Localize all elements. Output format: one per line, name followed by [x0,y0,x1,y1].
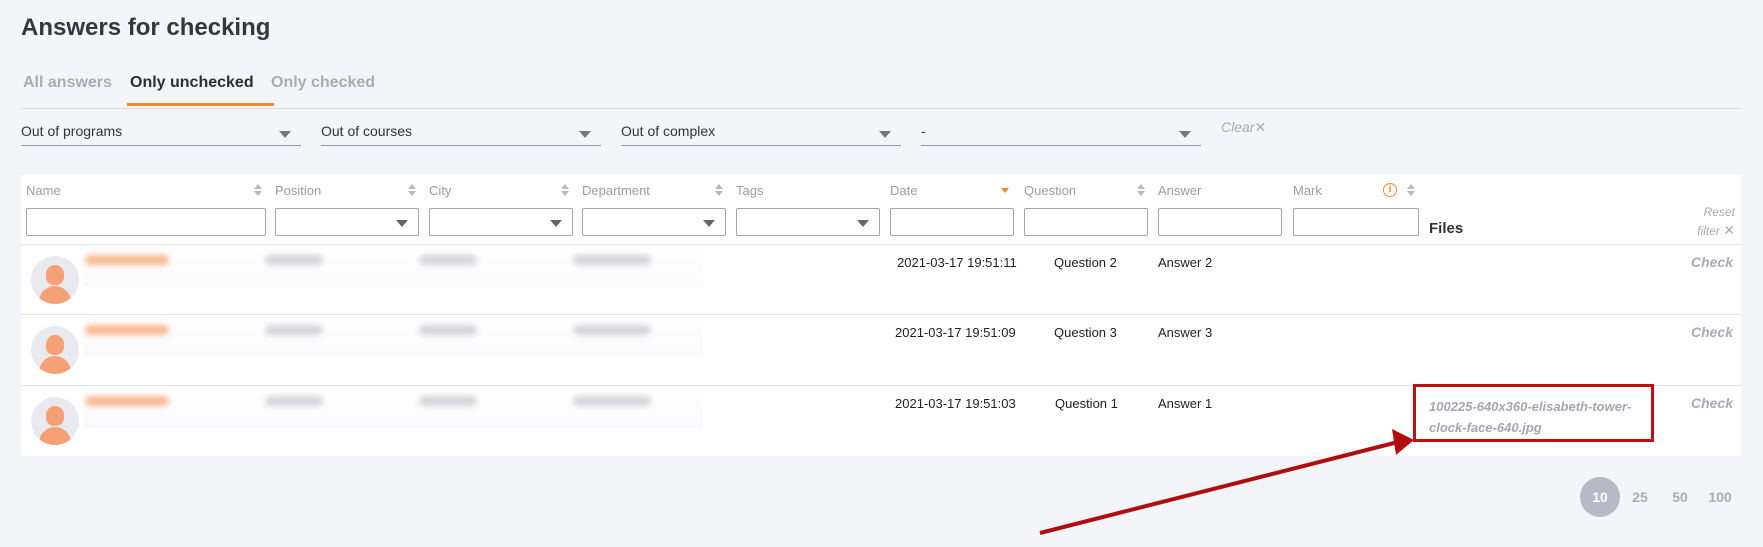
page-size-100[interactable]: 100 [1700,477,1740,517]
annotation-arrow-icon [1039,429,1414,535]
page-size-10[interactable]: 10 [1580,477,1620,517]
page-size-50[interactable]: 50 [1660,477,1700,517]
page-size-25[interactable]: 25 [1620,477,1660,517]
